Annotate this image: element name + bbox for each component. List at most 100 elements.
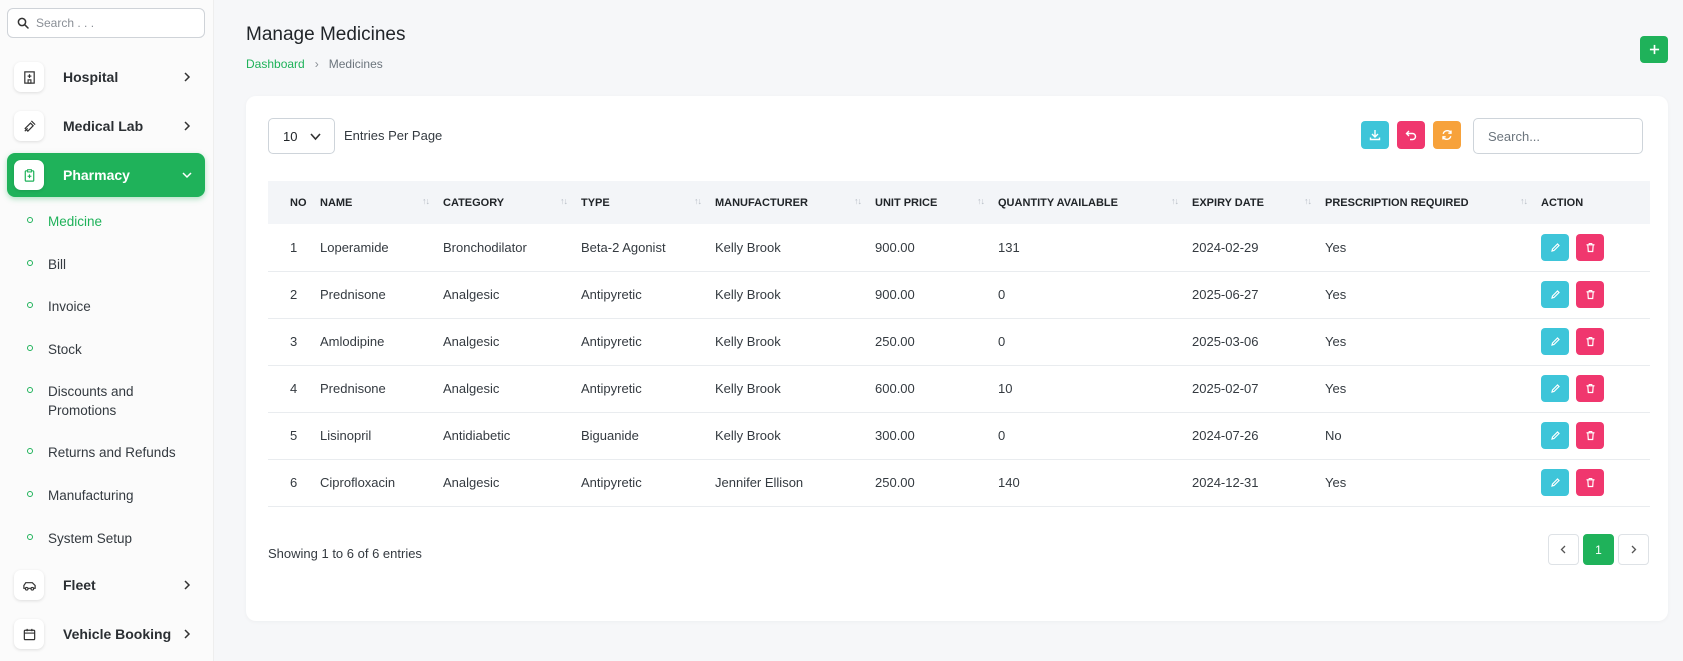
sidebar-item-pharmacy[interactable]: Pharmacy xyxy=(7,153,205,197)
column-header-label: NAME xyxy=(320,196,353,209)
chevron-down-icon xyxy=(310,133,321,141)
bullet-icon xyxy=(27,345,33,351)
table-cell: 131 xyxy=(998,239,1020,255)
table-cell: 1 xyxy=(290,239,298,255)
table-cell: Analgesic xyxy=(443,334,500,349)
table-search-input[interactable] xyxy=(1473,118,1643,154)
sidebar-subitem-label: Manufacturing xyxy=(48,488,134,503)
pencil-icon xyxy=(1550,290,1560,299)
sidebar-item-vehicle-booking[interactable]: Vehicle Booking xyxy=(7,612,205,656)
edit-button[interactable] xyxy=(1541,281,1569,308)
sidebar-subitem-manufacturing[interactable]: Manufacturing xyxy=(27,486,207,505)
delete-button[interactable] xyxy=(1576,281,1604,308)
undo-icon xyxy=(1405,130,1417,141)
sidebar-search-input[interactable] xyxy=(36,16,196,30)
table-cell: Analgesic xyxy=(443,475,500,490)
sidebar-subitem-stock[interactable]: Stock xyxy=(27,340,207,359)
column-header-quantity[interactable]: QUANTITY AVAILABLE ↑↓ xyxy=(998,181,1192,224)
table-cell-actions xyxy=(1541,412,1650,459)
column-header-manufacturer[interactable]: MANUFACTURER ↑↓ xyxy=(715,181,875,224)
sidebar-item-label: Vehicle Booking xyxy=(63,626,172,642)
table-header-row: NO NAME ↑↓ CATEGORY ↑↓ TYPE ↑↓ MANUFACTURER… xyxy=(268,181,1650,224)
chevron-right-icon xyxy=(1631,545,1637,554)
car-icon xyxy=(14,570,44,600)
column-header-unit-price[interactable]: UNIT PRICE ↑↓ xyxy=(875,181,998,224)
sort-icon: ↑↓ xyxy=(1171,196,1179,206)
edit-button[interactable] xyxy=(1541,469,1569,496)
column-header-label: ACTION xyxy=(1541,196,1584,209)
table-cell: Yes xyxy=(1325,475,1347,490)
syringe-icon xyxy=(14,111,44,141)
trash-icon xyxy=(1586,336,1594,347)
table-cell: Prednisone xyxy=(320,381,386,396)
delete-button[interactable] xyxy=(1576,328,1604,355)
edit-button[interactable] xyxy=(1541,328,1569,355)
add-medicine-button[interactable] xyxy=(1640,36,1668,63)
prev-page-button[interactable] xyxy=(1548,534,1579,565)
sort-icon: ↑↓ xyxy=(1304,196,1312,206)
column-header-name[interactable]: NAME ↑↓ xyxy=(320,181,443,224)
page-button[interactable]: 1 xyxy=(1583,534,1614,565)
sidebar-subitem-medicine[interactable]: Medicine xyxy=(27,212,207,231)
table-row: 5 Lisinopril Antidiabetic Biguanide Kelly Br… xyxy=(268,412,1650,459)
table-cell: Loperamide xyxy=(320,239,389,255)
table-row: 2 Prednisone Analgesic Antipyretic Kelly Bro… xyxy=(268,271,1650,318)
column-header-category[interactable]: CATEGORY ↑↓ xyxy=(443,181,581,224)
edit-button[interactable] xyxy=(1541,422,1569,449)
column-header-prescription[interactable]: PRESCRIPTION REQUIRED ↑↓ xyxy=(1325,181,1541,224)
column-header-expiry[interactable]: EXPIRY DATE ↑↓ xyxy=(1192,181,1325,224)
pencil-icon xyxy=(1550,384,1560,393)
download-icon xyxy=(1369,130,1381,141)
breadcrumb-dashboard-link[interactable]: Dashboard xyxy=(246,57,305,71)
table-cell: 2024-02-29 xyxy=(1192,239,1259,255)
table-cell: Lisinopril xyxy=(320,428,372,443)
sidebar: Hospital Medical Lab Pharmacy Medicine B… xyxy=(0,0,214,661)
trash-icon xyxy=(1586,477,1594,488)
table-cell: 2025-03-06 xyxy=(1192,334,1259,349)
next-page-button[interactable] xyxy=(1618,534,1649,565)
chevron-right-icon xyxy=(184,121,191,131)
sidebar-subitem-bill[interactable]: Bill xyxy=(27,255,207,274)
breadcrumb: Dashboard › Medicines xyxy=(246,57,383,71)
chevron-right-icon xyxy=(184,72,191,82)
delete-button[interactable] xyxy=(1576,375,1604,402)
sidebar-item-hospital[interactable]: Hospital xyxy=(7,55,205,99)
column-header-action: ACTION xyxy=(1541,181,1650,224)
sidebar-subitem-system-setup[interactable]: System Setup xyxy=(27,529,207,548)
sidebar-subitem-invoice[interactable]: Invoice xyxy=(27,297,207,316)
sidebar-item-fleet[interactable]: Fleet xyxy=(7,563,205,607)
sidebar-search[interactable] xyxy=(7,8,205,38)
sort-icon: ↑↓ xyxy=(1520,196,1528,206)
table-cell: Antipyretic xyxy=(581,475,642,490)
column-header-label: UNIT PRICE xyxy=(875,196,938,209)
page-title: Manage Medicines xyxy=(246,24,406,45)
refresh-button[interactable] xyxy=(1433,121,1461,149)
delete-button[interactable] xyxy=(1576,422,1604,449)
delete-button[interactable] xyxy=(1576,233,1604,261)
column-header-type[interactable]: TYPE ↑↓ xyxy=(581,181,715,224)
chevron-right-icon xyxy=(184,629,191,639)
sidebar-item-medical-lab[interactable]: Medical Lab xyxy=(7,104,205,148)
column-header-label: MANUFACTURER xyxy=(715,196,808,209)
edit-button[interactable] xyxy=(1541,375,1569,402)
sidebar-subitem-label: System Setup xyxy=(48,531,133,546)
delete-button[interactable] xyxy=(1576,469,1604,496)
export-button[interactable] xyxy=(1361,121,1389,149)
entries-per-page-select[interactable]: 10 xyxy=(268,118,335,154)
sidebar-item-label: Fleet xyxy=(63,577,96,593)
table-cell: 2025-06-27 xyxy=(1192,287,1259,302)
bullet-icon xyxy=(27,491,33,497)
table-cell: 900.00 xyxy=(875,239,915,255)
edit-button[interactable] xyxy=(1541,233,1569,261)
search-icon xyxy=(17,17,29,29)
reset-button[interactable] xyxy=(1397,121,1425,149)
column-header-label: NO xyxy=(290,196,307,209)
sidebar-subitem-discounts[interactable]: Discounts and Promotions xyxy=(27,382,177,420)
table-cell: Analgesic xyxy=(443,287,500,302)
breadcrumb-separator-icon: › xyxy=(314,57,319,71)
column-header-no[interactable]: NO xyxy=(268,181,320,224)
table-cell-actions xyxy=(1541,271,1650,318)
bullet-icon xyxy=(27,302,33,308)
table-cell: Kelly Brook xyxy=(715,381,781,396)
sidebar-subitem-returns[interactable]: Returns and Refunds xyxy=(27,443,207,462)
